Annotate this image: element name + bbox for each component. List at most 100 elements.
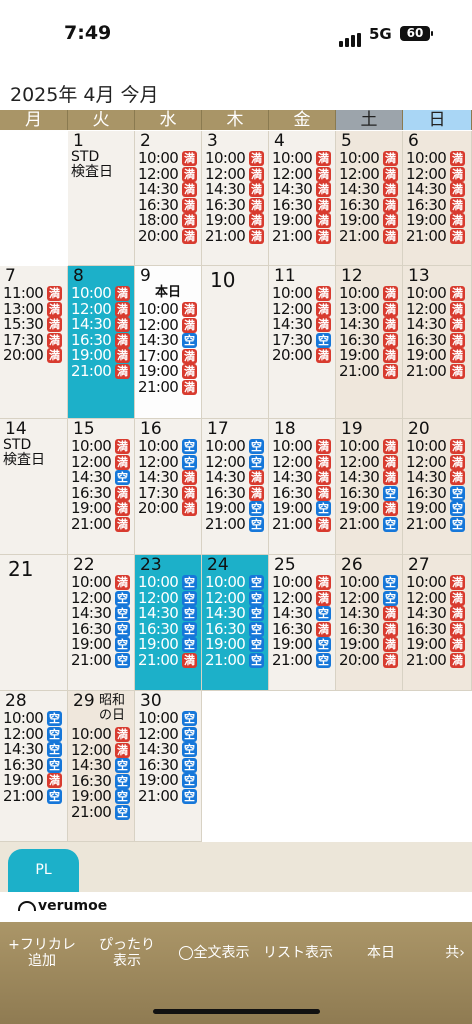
day-cell-11[interactable]: 11 10:00 満 12:00 満 14:30 満 17:30 空 20:00 満 bbox=[269, 266, 336, 419]
time-slot[interactable]: 21:00 満 bbox=[138, 652, 197, 669]
full-badge: 満 bbox=[182, 182, 197, 198]
full-badge: 満 bbox=[450, 439, 465, 455]
time-slot[interactable]: 21:00 空 bbox=[272, 652, 331, 669]
day-cell-7[interactable]: 7 11:00 満 13:00 満 15:30 満 17:30 満 20:00 満 bbox=[0, 266, 68, 419]
add-furikare-button[interactable]: +フリカレ 追加 bbox=[4, 937, 80, 969]
day-cell-13[interactable]: 13 10:00 満 12:00 満 14:30 満 16:30 満 19:00 満 21:00 満 bbox=[403, 266, 472, 419]
day-cell-2[interactable]: 2 10:00 満 12:00 満 14:30 満 16:30 満 18:00 満 20:00 満 bbox=[135, 131, 202, 266]
time-slot[interactable]: 21:00 満 bbox=[406, 363, 465, 380]
share-button[interactable]: 共› bbox=[440, 945, 470, 961]
time-slot[interactable]: 21:00 空 bbox=[71, 652, 130, 669]
time-slot[interactable]: 21:00 空 bbox=[138, 788, 197, 805]
day-cell-9[interactable]: 9 本日 10:00 満 12:00 満 14:30 空 17:00 満 19:00 満 21:00 満 bbox=[135, 266, 202, 419]
open-badge: 空 bbox=[182, 333, 197, 349]
day-cell-24[interactable]: 24 10:00 空 12:00 空 14:30 空 16:30 空 19:00 空 21:00 空 bbox=[202, 555, 269, 691]
full-badge: 満 bbox=[47, 317, 62, 333]
time-slot[interactable]: 21:00 満 bbox=[339, 363, 398, 380]
day-number: 24 bbox=[207, 555, 229, 575]
day-cell-3[interactable]: 3 10:00 満 12:00 満 14:30 満 16:30 満 19:00 満 21:00 満 bbox=[202, 131, 269, 266]
time-slot[interactable]: 20:00 満 bbox=[3, 348, 62, 364]
time-slot[interactable]: 21:00 空 bbox=[406, 516, 465, 533]
day-cell-26[interactable]: 26 10:00 空 12:00 空 14:30 満 16:30 満 19:00 満 20:00 満 bbox=[336, 555, 403, 691]
time-slot[interactable]: 21:00 満 bbox=[406, 228, 465, 245]
time-slot[interactable]: 21:00 満 bbox=[205, 228, 264, 245]
full-badge: 満 bbox=[182, 470, 197, 486]
slot-time: 21:00 bbox=[339, 514, 380, 533]
pl-tab-button[interactable]: PL bbox=[8, 849, 79, 892]
full-badge: 満 bbox=[47, 348, 62, 364]
day-cell-17[interactable]: 17 10:00 空 12:00 空 14:30 満 16:30 満 19:00 空 21:00 空 bbox=[202, 419, 269, 555]
time-slot[interactable]: 21:00 空 bbox=[205, 516, 264, 533]
day-cell-14[interactable]: 14 STD 検査日 bbox=[0, 419, 68, 555]
slot-time: 14:30 bbox=[406, 315, 447, 334]
open-badge: 空 bbox=[316, 501, 331, 517]
list-display-button[interactable]: リスト表示 bbox=[258, 945, 338, 961]
open-badge: 空 bbox=[249, 590, 264, 606]
fit-display-button[interactable]: ぴったり 表示 bbox=[92, 937, 162, 969]
status-bar: 7:49 5G 60 bbox=[0, 0, 472, 70]
full-badge: 満 bbox=[450, 301, 465, 317]
time-slot[interactable]: 21:00 空 bbox=[71, 804, 130, 821]
day-cell-8[interactable]: 8 10:00 満 12:00 満 14:30 満 16:30 満 19:00 満 21:00 満 bbox=[68, 266, 135, 419]
time-slot[interactable]: 21:00 満 bbox=[71, 516, 130, 533]
day-cell-22[interactable]: 22 10:00 満 12:00 空 14:30 空 16:30 空 19:00 空 21:00 空 bbox=[68, 555, 135, 691]
time-slot[interactable]: 21:00 空 bbox=[205, 652, 264, 669]
day-cell-30[interactable]: 30 10:00 空 12:00 空 14:30 空 16:30 空 19:00 空 21:00 空 bbox=[135, 691, 202, 842]
day-cell-16[interactable]: 16 10:00 空 12:00 空 14:30 満 17:30 満 20:00 満 bbox=[135, 419, 202, 555]
open-badge: 空 bbox=[115, 606, 130, 622]
day-number: 2 bbox=[140, 131, 151, 151]
open-badge: 空 bbox=[182, 757, 197, 773]
full-badge: 満 bbox=[316, 575, 331, 591]
time-slot[interactable]: 20:00 満 bbox=[272, 348, 331, 364]
time-slot[interactable]: 20:00 満 bbox=[138, 228, 197, 245]
day-cell-20[interactable]: 20 10:00 満 12:00 満 14:30 満 16:30 空 19:00 空 21:00 空 bbox=[403, 419, 472, 555]
full-badge: 満 bbox=[383, 652, 398, 668]
day-cell-10[interactable]: 10 bbox=[202, 266, 269, 419]
day-number: 19 bbox=[341, 419, 363, 439]
full-badge: 満 bbox=[316, 621, 331, 637]
day-cell-25[interactable]: 25 10:00 満 12:00 満 14:30 空 16:30 満 19:00 空 21:00 空 bbox=[269, 555, 336, 691]
open-badge: 空 bbox=[316, 637, 331, 653]
time-slot[interactable]: 21:00 空 bbox=[339, 514, 398, 533]
day-cell-12[interactable]: 12 10:00 満 13:00 満 14:30 満 16:30 満 19:00 満 21:00 満 bbox=[336, 266, 403, 419]
day-number: 29 bbox=[73, 691, 95, 711]
full-badge: 満 bbox=[316, 470, 331, 486]
time-slot[interactable]: 21:00 満 bbox=[272, 228, 331, 245]
open-badge: 空 bbox=[383, 590, 398, 606]
day-cell-29[interactable]: 29 昭和の日 10:00 満 12:00 満 14:30 空 16:30 空 19:00 空 21:0… bbox=[68, 691, 135, 842]
full-badge: 満 bbox=[316, 197, 331, 213]
day-cell-28[interactable]: 28 10:00 空 12:00 空 14:30 空 16:30 空 19:00 満 21:00 空 bbox=[0, 691, 68, 842]
slot-time: 14:30 bbox=[339, 468, 380, 487]
day-cell-1[interactable]: 1 STD 検査日 bbox=[68, 131, 135, 266]
day-number: 8 bbox=[73, 266, 84, 286]
day-cell-5[interactable]: 5 10:00 満 12:00 満 14:30 満 16:30 満 19:00 満 21:00 満 bbox=[336, 131, 403, 266]
full-badge: 満 bbox=[249, 485, 264, 501]
slot-time: 10:00 bbox=[339, 573, 380, 592]
full-badge: 満 bbox=[383, 606, 398, 622]
slot-time: 19:00 bbox=[3, 771, 44, 790]
full-badge: 満 bbox=[115, 516, 130, 532]
day-cell-4[interactable]: 4 10:00 満 12:00 満 14:30 満 16:30 満 19:00 満 21:00 満 bbox=[269, 131, 336, 266]
time-slot[interactable]: 21:00 満 bbox=[406, 652, 465, 669]
day-number: 9 bbox=[140, 266, 151, 286]
time-slot[interactable]: 21:00 空 bbox=[3, 788, 62, 805]
day-cell-18[interactable]: 18 10:00 満 12:00 満 14:30 満 16:30 満 19:00 空 21:00 満 bbox=[269, 419, 336, 555]
time-slot-list: 10:00 満 12:00 満 14:30 満 16:30 満 19:00 満 21:00 満 bbox=[406, 286, 465, 379]
time-slot[interactable]: 21:00 満 bbox=[339, 228, 398, 245]
slot-time: 19:00 bbox=[339, 499, 380, 518]
time-slot[interactable]: 21:00 満 bbox=[71, 363, 130, 380]
day-cell-23[interactable]: 23 10:00 空 12:00 空 14:30 空 16:30 空 19:00 空 21:00 満 bbox=[135, 555, 202, 691]
day-cell-6[interactable]: 6 10:00 満 12:00 満 14:30 満 16:30 満 19:00 満 21:00 満 bbox=[403, 131, 472, 266]
time-slot[interactable]: 21:00 満 bbox=[272, 516, 331, 533]
time-slot[interactable]: 20:00 満 bbox=[138, 501, 197, 517]
fulltext-display-button[interactable]: 全文表示 bbox=[172, 945, 256, 961]
today-button[interactable]: 本日 bbox=[358, 945, 404, 961]
day-cell-19[interactable]: 19 10:00 満 12:00 満 14:30 満 16:30 空 19:00 満 21:00 空 bbox=[336, 419, 403, 555]
day-cell-27[interactable]: 27 10:00 満 12:00 満 14:30 満 16:30 満 19:00 満 21:00 満 bbox=[403, 555, 472, 691]
time-slot-list: 10:00 満 12:00 満 14:30 満 16:30 空 19:00 空 21:00 空 bbox=[406, 439, 465, 532]
time-slot[interactable]: 20:00 満 bbox=[339, 652, 398, 669]
day-cell-15[interactable]: 15 10:00 満 12:00 満 14:30 空 16:30 満 19:00 満 21:00 満 bbox=[68, 419, 135, 555]
slot-time: 19:00 bbox=[406, 635, 447, 654]
time-slot[interactable]: 21:00 満 bbox=[138, 379, 197, 396]
day-cell-21[interactable]: 21 bbox=[0, 555, 68, 691]
